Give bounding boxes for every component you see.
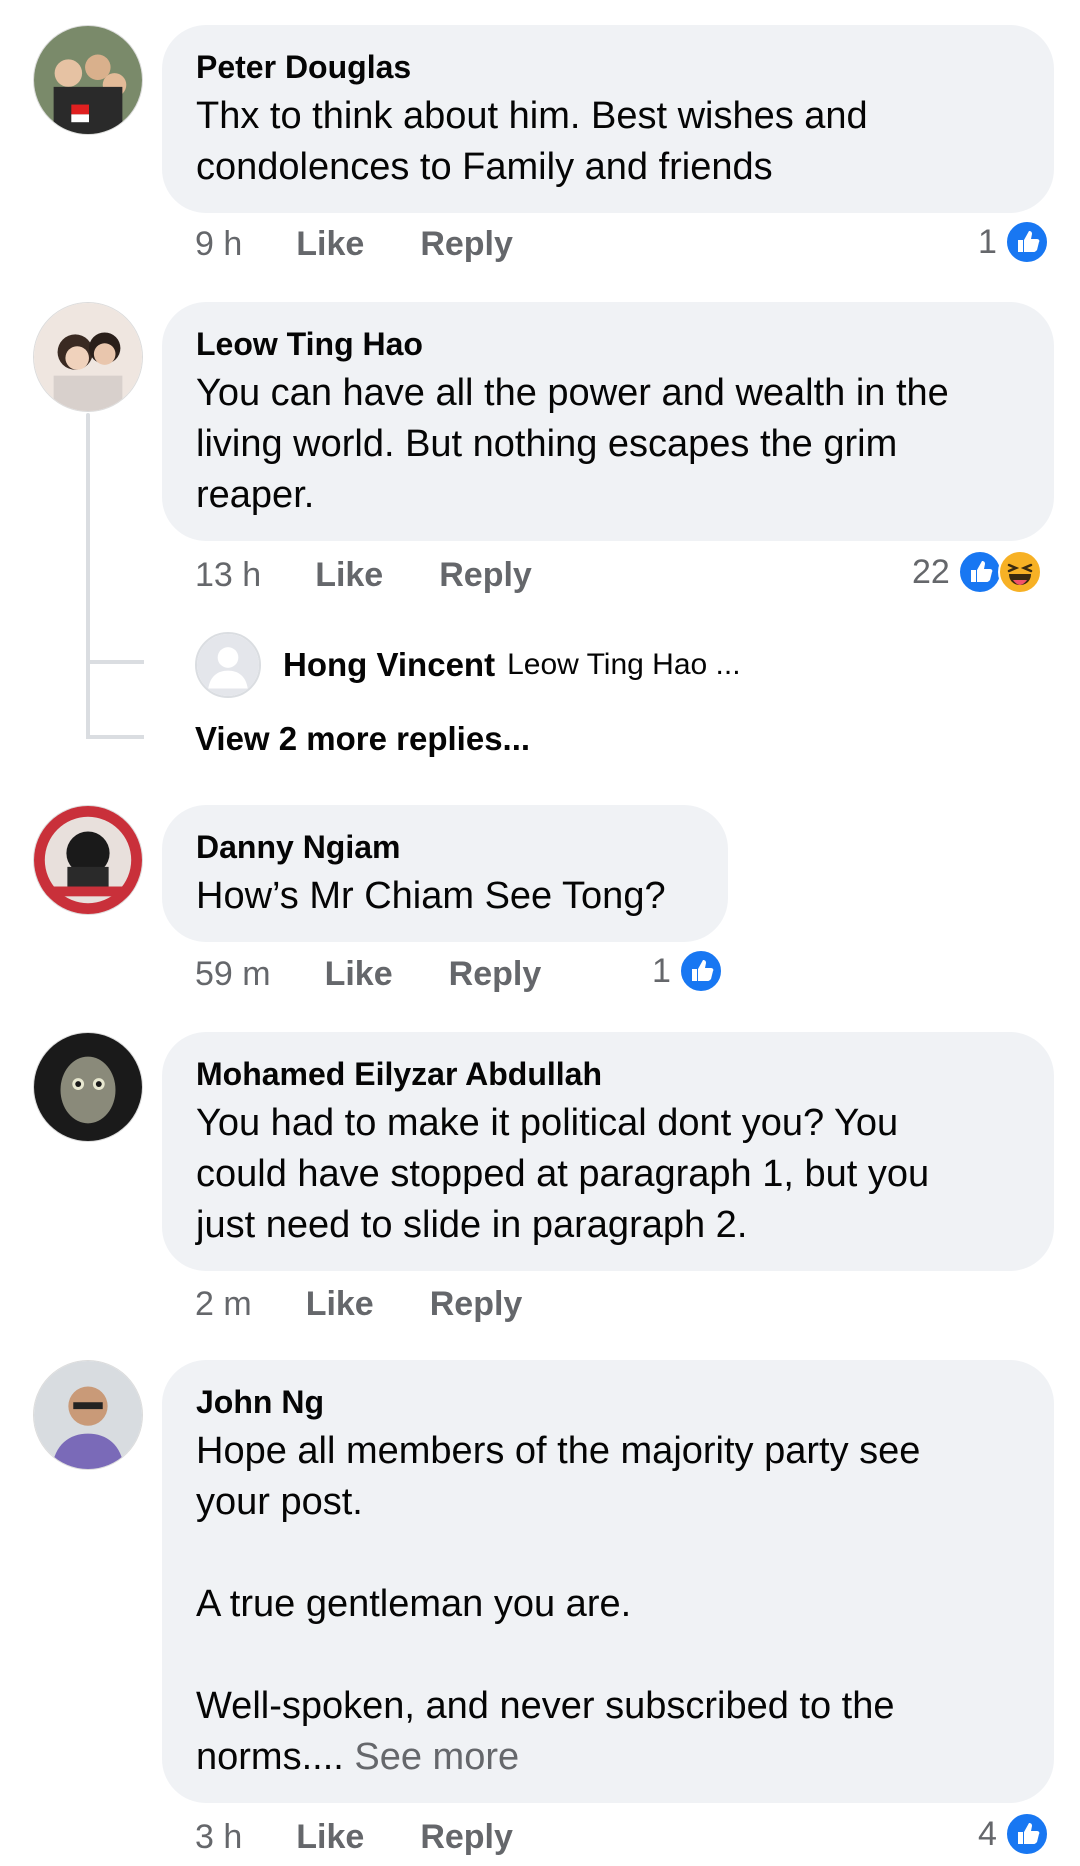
- reaction-summary[interactable]: 1: [978, 219, 1049, 265]
- reply-preview[interactable]: Hong Vincent Leow Ting Hao ...: [195, 632, 741, 698]
- comment-text-body: Hope all members of the majority party s…: [196, 1430, 921, 1778]
- comment-author[interactable]: Peter Douglas: [196, 47, 1020, 87]
- comment-bubble: Danny Ngiam How’s Mr Chiam See Tong?: [162, 805, 728, 942]
- comment-actions: 3 h Like Reply: [195, 1815, 569, 1859]
- comment-text: You had to make it political dont you? Y…: [196, 1102, 930, 1246]
- reaction-summary[interactable]: 1: [652, 948, 723, 994]
- reaction-count: 4: [978, 1814, 997, 1853]
- avatar[interactable]: [33, 1032, 143, 1142]
- comment-bubble: Mohamed Eilyzar Abdullah You had to make…: [162, 1032, 1054, 1271]
- reply-button[interactable]: Reply: [439, 556, 532, 595]
- reply-author[interactable]: Hong Vincent: [283, 646, 495, 684]
- thread-branch: [86, 735, 144, 739]
- like-button[interactable]: Like: [315, 556, 383, 595]
- reaction-summary[interactable]: 4: [978, 1811, 1049, 1857]
- comment-timestamp[interactable]: 3 h: [195, 1818, 242, 1857]
- avatar[interactable]: [33, 1360, 143, 1470]
- haha-icon: [997, 550, 1042, 594]
- avatar[interactable]: [33, 805, 143, 915]
- thread-line: [86, 413, 90, 737]
- reaction-count: 1: [978, 222, 997, 261]
- comment-actions: 2 m Like Reply: [195, 1282, 578, 1326]
- comment-author[interactable]: Mohamed Eilyzar Abdullah: [196, 1054, 1020, 1094]
- reaction-count: 22: [912, 552, 950, 591]
- comment-timestamp[interactable]: 59 m: [195, 955, 271, 994]
- like-icon: [957, 550, 1002, 594]
- thread-branch: [86, 660, 144, 664]
- like-icon: [678, 949, 723, 993]
- comment-bubble: Peter Douglas Thx to think about him. Be…: [162, 25, 1054, 213]
- comment-bubble: Leow Ting Hao You can have all the power…: [162, 302, 1054, 541]
- comment-author[interactable]: John Ng: [196, 1382, 1020, 1422]
- like-button[interactable]: Like: [306, 1285, 374, 1324]
- comment-author[interactable]: Danny Ngiam: [196, 827, 694, 867]
- comment-timestamp[interactable]: 2 m: [195, 1285, 252, 1324]
- comment-bubble: John Ng Hope all members of the majority…: [162, 1360, 1054, 1803]
- comment-text: Hope all members of the majority party s…: [196, 1426, 1020, 1783]
- like-icon: [1004, 220, 1049, 264]
- comment-text: You can have all the power and wealth in…: [196, 372, 949, 516]
- reply-button[interactable]: Reply: [420, 1818, 513, 1857]
- view-more-replies-link[interactable]: View 2 more replies...: [195, 720, 530, 758]
- avatar[interactable]: [33, 302, 143, 412]
- like-button[interactable]: Like: [325, 955, 393, 994]
- comment-actions: 59 m Like Reply: [195, 952, 597, 996]
- reply-button[interactable]: Reply: [430, 1285, 523, 1324]
- avatar[interactable]: [195, 632, 261, 698]
- comment-timestamp[interactable]: 13 h: [195, 556, 261, 595]
- avatar[interactable]: [33, 25, 143, 135]
- like-icon: [1004, 1812, 1049, 1856]
- like-button[interactable]: Like: [296, 225, 364, 264]
- comment-author[interactable]: Leow Ting Hao: [196, 324, 1020, 364]
- comment-actions: 13 h Like Reply: [195, 553, 588, 597]
- like-button[interactable]: Like: [296, 1818, 364, 1857]
- reply-button[interactable]: Reply: [420, 225, 513, 264]
- comment-text: Thx to think about him. Best wishes and …: [196, 95, 868, 188]
- reaction-count: 1: [652, 951, 671, 990]
- comment-text: How’s Mr Chiam See Tong?: [196, 875, 666, 917]
- reply-button[interactable]: Reply: [449, 955, 542, 994]
- comment-actions: 9 h Like Reply: [195, 222, 569, 266]
- comment-timestamp[interactable]: 9 h: [195, 225, 242, 264]
- reply-snippet: Leow Ting Hao ...: [507, 648, 741, 681]
- reaction-summary[interactable]: 22: [912, 549, 1042, 595]
- see-more-link[interactable]: See more: [354, 1736, 519, 1778]
